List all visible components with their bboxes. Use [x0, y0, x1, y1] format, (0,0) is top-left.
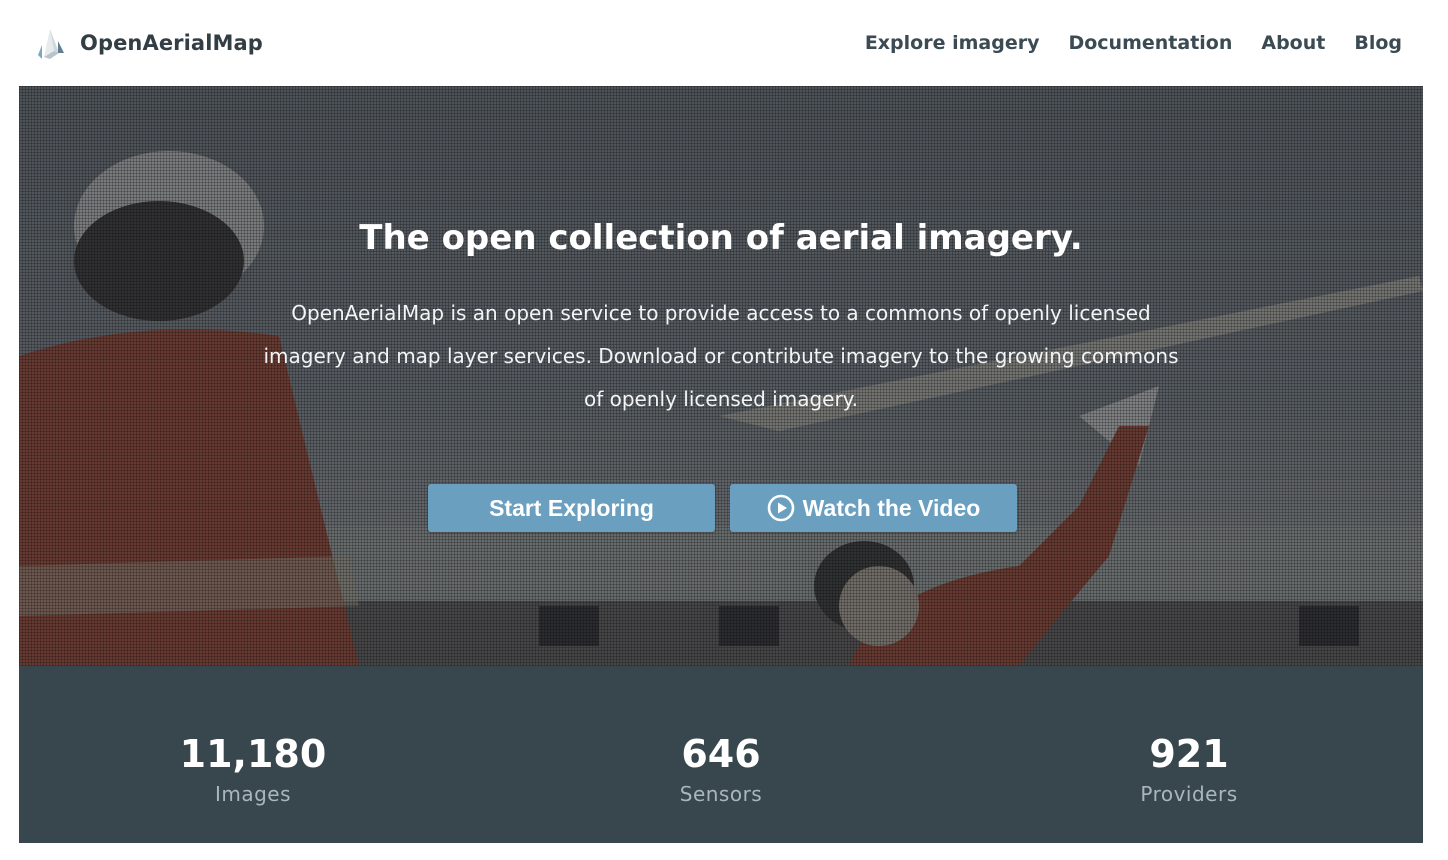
site-header: OpenAerialMap Explore imagery Documentat… [0, 0, 1448, 86]
hero-content: The open collection of aerial imagery. O… [19, 86, 1423, 666]
watch-video-label: Watch the Video [802, 494, 981, 521]
play-circle-icon [767, 494, 794, 522]
stats-band: 11,180 Images 646 Sensors 921 Providers [19, 666, 1423, 843]
stat-label: Sensors [679, 782, 763, 806]
stat-value: 646 [681, 732, 761, 776]
hero-section: The open collection of aerial imagery. O… [19, 86, 1423, 666]
start-exploring-button[interactable]: Start Exploring [428, 484, 715, 532]
stat-providers: 921 Providers [955, 666, 1423, 843]
nav-about[interactable]: About [1261, 32, 1325, 54]
stat-value: 11,180 [179, 732, 327, 776]
stat-images: 11,180 Images [19, 666, 487, 843]
stat-sensors: 646 Sensors [487, 666, 955, 843]
stat-value: 921 [1149, 732, 1229, 776]
brand-name: OpenAerialMap [80, 31, 263, 55]
brand[interactable]: OpenAerialMap [32, 23, 263, 63]
stat-label: Providers [1140, 782, 1238, 806]
start-exploring-label: Start Exploring [489, 494, 654, 521]
main-nav: Explore imagery Documentation About Blog [865, 32, 1402, 54]
nav-explore-imagery[interactable]: Explore imagery [865, 32, 1040, 54]
hero-buttons: Start Exploring Watch the Video [428, 484, 1018, 532]
hero-description: OpenAerialMap is an open service to prov… [263, 301, 1179, 411]
nav-documentation[interactable]: Documentation [1068, 32, 1232, 54]
nav-blog[interactable]: Blog [1354, 32, 1402, 54]
hero-title: The open collection of aerial imagery. [359, 218, 1083, 258]
logo-mark-icon [38, 29, 64, 59]
watch-video-button[interactable]: Watch the Video [730, 484, 1017, 532]
stat-label: Images [214, 782, 292, 806]
